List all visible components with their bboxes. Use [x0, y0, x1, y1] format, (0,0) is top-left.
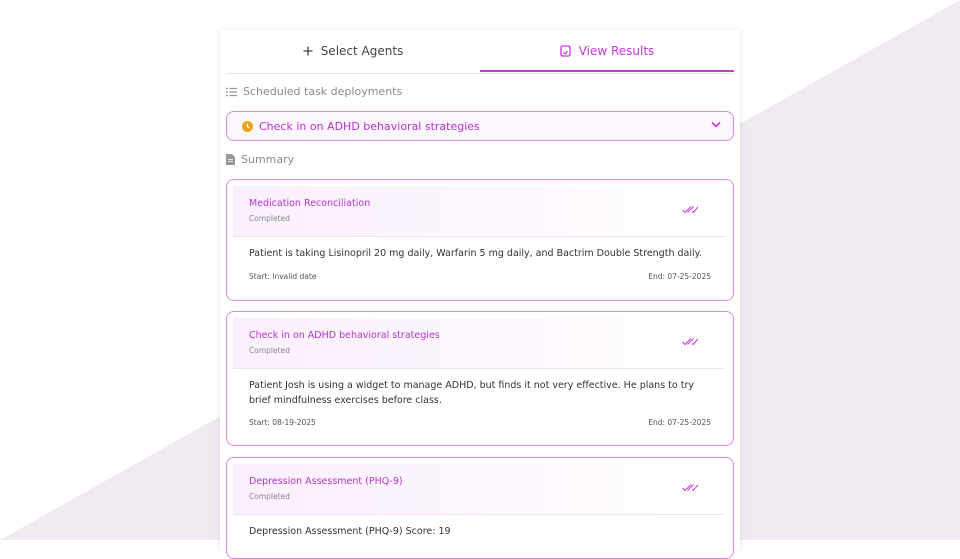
- card-end-date: End: 07-25-2025: [648, 272, 711, 281]
- results-panel: Select Agents View Results Scheduled tas…: [220, 30, 740, 559]
- card-start-date: Start: 08-19-2025: [249, 418, 316, 427]
- card-status: Completed: [249, 492, 290, 501]
- summary-card[interactable]: Depression Assessment (PHQ-9) Completed …: [226, 457, 734, 559]
- tab-label: Select Agents: [320, 44, 404, 58]
- card-body: Patient Josh is using a widget to manage…: [249, 380, 694, 406]
- tab-view-results[interactable]: View Results: [480, 30, 734, 72]
- card-end-date: End: 07-25-2025: [648, 418, 711, 427]
- summary-heading-text: Summary: [241, 153, 295, 166]
- document-icon: [226, 154, 235, 165]
- clock-warning-icon: [242, 120, 253, 132]
- active-tab-indicator: [480, 70, 734, 72]
- tab-select-agents[interactable]: Select Agents: [226, 30, 480, 72]
- double-check-icon: [682, 337, 698, 346]
- card-divider: [233, 368, 725, 369]
- card-divider: [233, 236, 725, 237]
- card-status: Completed: [249, 214, 290, 223]
- card-header: Medication Reconciliation Completed: [233, 186, 725, 236]
- card-header: Depression Assessment (PHQ-9) Completed: [233, 464, 725, 514]
- card-header: Check in on ADHD behavioral strategies C…: [233, 318, 725, 368]
- selected-task-label: Check in on ADHD behavioral strategies: [259, 119, 480, 133]
- checklist-icon: [226, 87, 237, 97]
- card-divider: [233, 514, 725, 515]
- card-body: Patient is taking Lisinopril 20 mg daily…: [249, 248, 702, 259]
- summary-section-heading: Summary: [226, 153, 294, 166]
- scheduled-section-heading: Scheduled task deployments: [226, 85, 402, 98]
- card-status: Completed: [249, 346, 290, 355]
- results-icon: [560, 45, 571, 57]
- card-title: Medication Reconciliation: [249, 198, 371, 209]
- card-title: Check in on ADHD behavioral strategies: [249, 330, 440, 341]
- plus-icon: [303, 46, 313, 56]
- summary-card[interactable]: Medication Reconciliation Completed Pati…: [226, 179, 734, 301]
- summary-card[interactable]: Check in on ADHD behavioral strategies C…: [226, 311, 734, 446]
- tab-bar: Select Agents View Results: [226, 30, 734, 74]
- scheduled-heading-text: Scheduled task deployments: [243, 85, 403, 98]
- card-body: Depression Assessment (PHQ-9) Score: 19: [249, 526, 451, 537]
- task-deployment-select[interactable]: Check in on ADHD behavioral strategies: [226, 111, 734, 141]
- chevron-down-icon: [711, 121, 721, 128]
- tab-label: View Results: [578, 44, 655, 58]
- double-check-icon: [682, 483, 698, 492]
- double-check-icon: [682, 205, 698, 214]
- card-start-date: Start: Invalid date: [249, 272, 317, 281]
- card-title: Depression Assessment (PHQ-9): [249, 476, 403, 487]
